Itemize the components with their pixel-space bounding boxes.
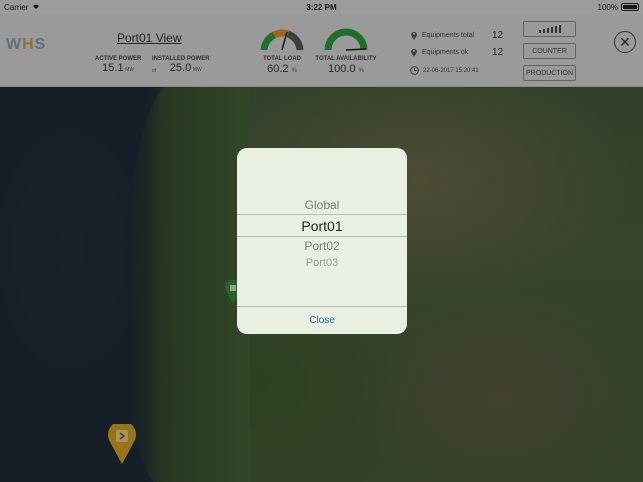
picker-option-port03[interactable]: Port03 <box>237 257 407 269</box>
selection-line-top <box>237 214 407 215</box>
picker-option-port01[interactable]: Port01 <box>237 218 407 234</box>
picker-close-button[interactable]: Close <box>237 307 407 334</box>
port-picker-dialog: Global Port01 Port02 Port03 Close <box>237 148 407 334</box>
selection-line-bottom <box>237 236 407 237</box>
picker-option-port02[interactable]: Port02 <box>237 239 407 253</box>
port-picker-wheel[interactable]: Global Port01 Port02 Port03 <box>237 148 407 306</box>
picker-option-global[interactable]: Global <box>237 198 407 212</box>
